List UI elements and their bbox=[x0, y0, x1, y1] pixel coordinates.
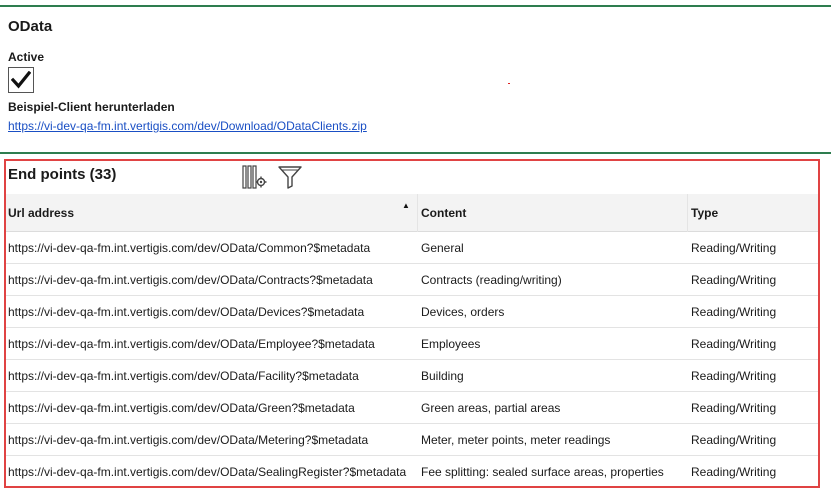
cell-url: https://vi-dev-qa-fm.int.vertigis.com/de… bbox=[8, 273, 373, 287]
cell-url: https://vi-dev-qa-fm.int.vertigis.com/de… bbox=[8, 465, 407, 479]
cell-url: https://vi-dev-qa-fm.int.vertigis.com/de… bbox=[8, 305, 365, 319]
endpoints-title: End points (33) bbox=[8, 166, 117, 183]
table-row[interactable]: https://vi-dev-qa-fm.int.vertigis.com/de… bbox=[6, 264, 818, 296]
endpoints-panel: End points (33) Url address ▲ Content Ty… bbox=[4, 159, 820, 488]
table-row[interactable]: https://vi-dev-qa-fm.int.vertigis.com/de… bbox=[6, 328, 818, 360]
column-header-url[interactable]: Url address bbox=[6, 194, 418, 232]
cell-type: Reading/Writing bbox=[691, 369, 777, 383]
cell-content: General bbox=[421, 241, 464, 255]
table-row[interactable]: https://vi-dev-qa-fm.int.vertigis.com/de… bbox=[6, 360, 818, 392]
endpoints-table: Url address ▲ Content Type https://vi-de… bbox=[6, 194, 818, 486]
cell-content: Building bbox=[421, 369, 464, 383]
cell-type: Reading/Writing bbox=[691, 305, 777, 319]
table-row[interactable]: https://vi-dev-qa-fm.int.vertigis.com/de… bbox=[6, 392, 818, 424]
cell-url: https://vi-dev-qa-fm.int.vertigis.com/de… bbox=[8, 337, 375, 351]
cell-content: Meter, meter points, meter readings bbox=[421, 433, 611, 447]
active-label: Active bbox=[8, 50, 45, 64]
artifact-dot bbox=[508, 83, 510, 84]
cell-content: Fee splitting: sealed surface areas, pro… bbox=[421, 465, 664, 479]
column-header-content[interactable]: Content bbox=[418, 194, 688, 232]
cell-url: https://vi-dev-qa-fm.int.vertigis.com/de… bbox=[8, 369, 359, 383]
cell-type: Reading/Writing bbox=[691, 241, 777, 255]
section-title: OData bbox=[8, 18, 53, 35]
top-divider bbox=[0, 5, 831, 7]
filter-icon[interactable] bbox=[277, 164, 303, 190]
table-row[interactable]: https://vi-dev-qa-fm.int.vertigis.com/de… bbox=[6, 456, 818, 486]
table-row[interactable]: https://vi-dev-qa-fm.int.vertigis.com/de… bbox=[6, 424, 818, 456]
cell-type: Reading/Writing bbox=[691, 465, 777, 479]
download-client-link[interactable]: https://vi-dev-qa-fm.int.vertigis.com/de… bbox=[8, 119, 367, 133]
column-header-type[interactable]: Type bbox=[688, 194, 818, 232]
sort-ascending-icon: ▲ bbox=[402, 201, 410, 210]
table-header: Url address ▲ Content Type bbox=[6, 194, 818, 232]
cell-content: Employees bbox=[421, 337, 481, 351]
cell-content: Green areas, partial areas bbox=[421, 401, 561, 415]
section-divider bbox=[0, 152, 831, 154]
cell-content: Devices, orders bbox=[421, 305, 505, 319]
table-row[interactable]: https://vi-dev-qa-fm.int.vertigis.com/de… bbox=[6, 296, 818, 328]
cell-type: Reading/Writing bbox=[691, 401, 777, 415]
checkmark-icon bbox=[11, 71, 31, 89]
cell-url: https://vi-dev-qa-fm.int.vertigis.com/de… bbox=[8, 241, 371, 255]
cell-content: Contracts (reading/writing) bbox=[421, 273, 562, 287]
download-client-label: Beispiel-Client herunterladen bbox=[8, 100, 175, 114]
cell-type: Reading/Writing bbox=[691, 337, 777, 351]
cell-type: Reading/Writing bbox=[691, 433, 777, 447]
table-row[interactable]: https://vi-dev-qa-fm.int.vertigis.com/de… bbox=[6, 232, 818, 264]
cell-url: https://vi-dev-qa-fm.int.vertigis.com/de… bbox=[8, 401, 355, 415]
cell-url: https://vi-dev-qa-fm.int.vertigis.com/de… bbox=[8, 433, 369, 447]
cell-type: Reading/Writing bbox=[691, 273, 777, 287]
active-checkbox[interactable] bbox=[8, 67, 34, 93]
columns-settings-icon[interactable] bbox=[241, 164, 267, 190]
